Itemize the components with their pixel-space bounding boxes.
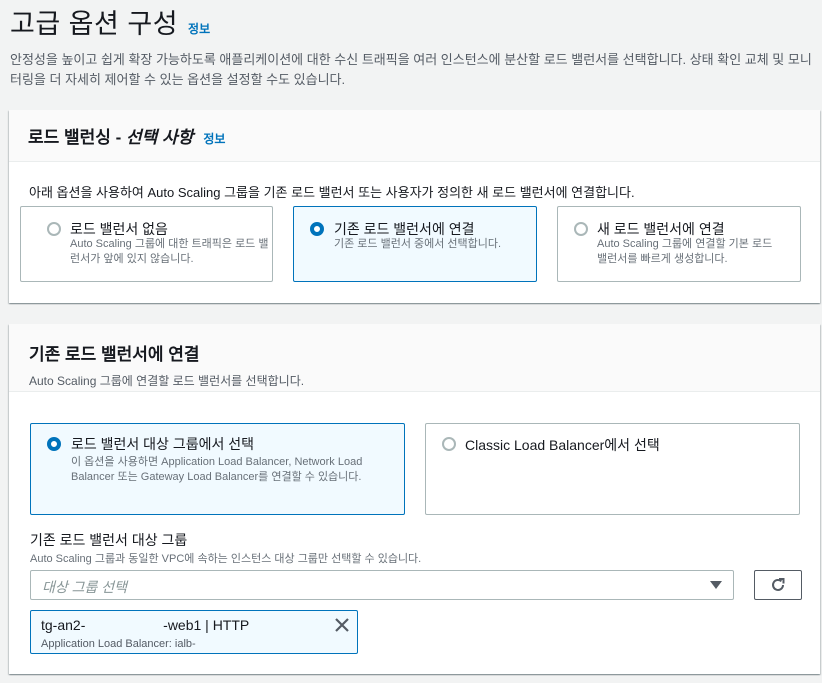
token-description: Application Load Balancer: ialb- xyxy=(41,638,196,650)
option-title: Classic Load Balancer에서 선택 xyxy=(465,437,660,453)
target-group-description: Auto Scaling 그룹과 동일한 VPC에 속하는 인스턴스 대상 그룹… xyxy=(30,553,422,565)
radio-existing-load-balancer[interactable] xyxy=(310,222,324,236)
option-description: 이 옵션을 사용하면 Application Load Balancer, Ne… xyxy=(71,456,363,483)
option-target-group[interactable]: 로드 밸런서 대상 그룹에서 선택 이 옵션을 사용하면 Application… xyxy=(30,423,405,515)
token-title: tg-an2- -web1 | HTTP xyxy=(41,617,250,633)
target-group-select[interactable]: 대상 그룹 선택 xyxy=(30,570,734,600)
close-icon[interactable] xyxy=(333,616,351,634)
option-existing-load-balancer[interactable]: 기존 로드 밸런서에 연결 기존 로드 밸런서 중에서 선택합니다. xyxy=(293,206,537,282)
radio-no-load-balancer[interactable] xyxy=(47,222,61,236)
option-description: Auto Scaling 그룹에 대한 트래픽은 로드 밸런서가 앞에 있지 않… xyxy=(70,238,269,265)
selected-target-group-token: tg-an2- -web1 | HTTP Application Load Ba… xyxy=(30,610,358,654)
load-balancing-intro: 아래 옵션을 사용하여 Auto Scaling 그룹을 기존 로드 밸런서 또… xyxy=(29,185,635,200)
option-description: 기존 로드 밸런서 중에서 선택합니다. xyxy=(334,238,502,250)
load-balancing-panel: 로드 밸런싱 - 선택 사항 정보 아래 옵션을 사용하여 Auto Scali… xyxy=(9,110,820,303)
radio-classic-load-balancer[interactable] xyxy=(442,437,456,451)
load-balancing-info-link[interactable]: 정보 xyxy=(203,130,225,147)
page-header: 고급 옵션 구성 정보 안정성을 높이고 쉽게 확장 가능하도록 애플리케이션에… xyxy=(10,2,815,90)
page-info-link[interactable]: 정보 xyxy=(188,20,210,37)
caret-down-icon xyxy=(710,581,722,589)
attach-existing-description: Auto Scaling 그룹에 연결할 로드 밸런서를 선택합니다. xyxy=(29,374,305,388)
option-description: Auto Scaling 그룹에 연결할 기본 로드 밸런서를 빠르게 생성합니… xyxy=(597,238,773,265)
load-balancing-header: 로드 밸런싱 - 선택 사항 정보 xyxy=(9,110,820,162)
attach-existing-panel: 기존 로드 밸런서에 연결 Auto Scaling 그룹에 연결할 로드 밸런… xyxy=(9,324,820,674)
load-balancing-title: 로드 밸런싱 - 선택 사항 xyxy=(28,128,194,147)
option-new-load-balancer[interactable]: 새 로드 밸런서에 연결 Auto Scaling 그룹에 연결할 기본 로드 … xyxy=(557,206,801,282)
option-title: 새 로드 밸런서에 연결 xyxy=(597,221,725,237)
option-classic-load-balancer[interactable]: Classic Load Balancer에서 선택 xyxy=(425,423,800,515)
attach-existing-header: 기존 로드 밸런서에 연결 Auto Scaling 그룹에 연결할 로드 밸런… xyxy=(9,324,820,392)
page-title: 고급 옵션 구성 xyxy=(10,9,179,39)
radio-new-load-balancer[interactable] xyxy=(574,222,588,236)
target-group-label: 기존 로드 밸런서 대상 그룹 xyxy=(30,532,188,548)
radio-target-group[interactable] xyxy=(47,437,61,451)
refresh-button[interactable] xyxy=(754,570,802,600)
attach-existing-title: 기존 로드 밸런서에 연결 xyxy=(29,345,200,364)
page-description: 안정성을 높이고 쉽게 확장 가능하도록 애플리케이션에 대한 수신 트래픽을 … xyxy=(10,52,812,87)
refresh-icon xyxy=(772,578,785,591)
target-group-placeholder: 대상 그룹 선택 xyxy=(42,579,128,595)
option-title: 기존 로드 밸런서에 연결 xyxy=(334,221,475,237)
option-title: 로드 밸런서 대상 그룹에서 선택 xyxy=(71,436,254,452)
option-title: 로드 밸런서 없음 xyxy=(70,221,168,237)
option-no-load-balancer[interactable]: 로드 밸런서 없음 Auto Scaling 그룹에 대한 트래픽은 로드 밸런… xyxy=(20,206,273,282)
